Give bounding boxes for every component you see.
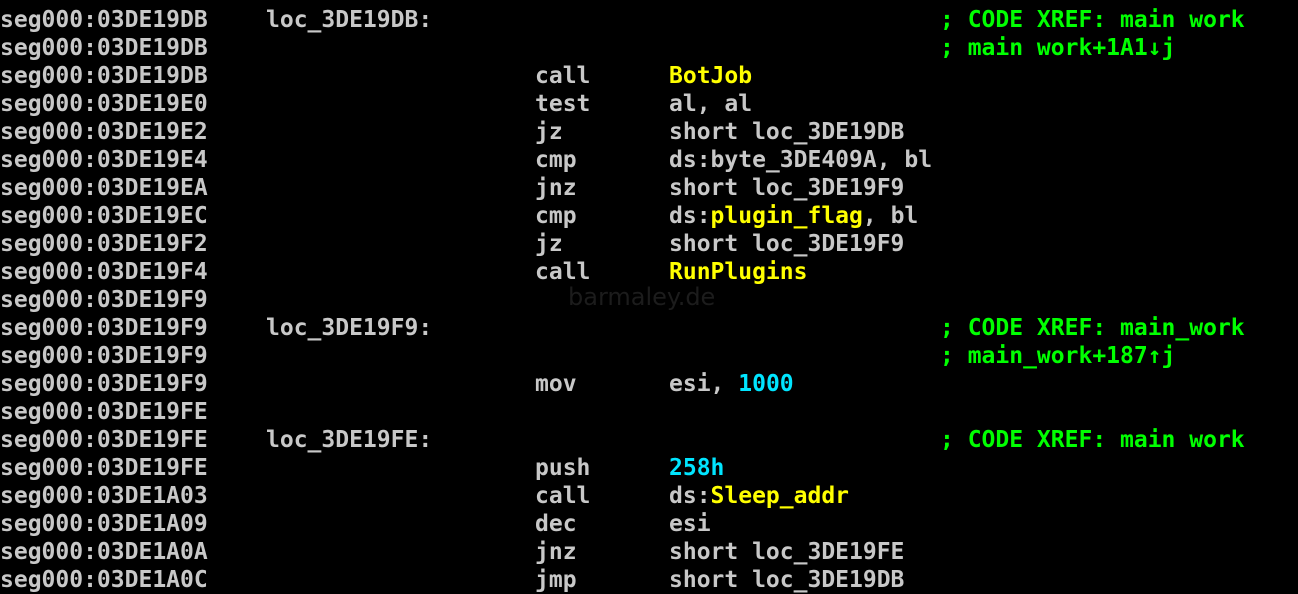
operand-text: short loc_3DE19F9 bbox=[669, 231, 905, 257]
listing-line[interactable]: seg000:03DE19FE push 258h bbox=[0, 454, 1298, 482]
listing-line[interactable]: seg000:03DE1A09 dec esi bbox=[0, 510, 1298, 538]
listing-line[interactable]: seg000:03DE19F4 call RunPlugins bbox=[0, 258, 1298, 286]
instruction-mnemonic[interactable]: jmp bbox=[535, 566, 577, 594]
listing-line[interactable]: seg000:03DE19FE bbox=[0, 398, 1298, 426]
listing-line[interactable]: seg000:03DE19DB call BotJob bbox=[0, 62, 1298, 90]
operand-text: short loc_3DE19DB bbox=[669, 119, 905, 145]
listing-line[interactable]: seg000:03DE19EA jnz short loc_3DE19F9 bbox=[0, 174, 1298, 202]
immediate-value: 258h bbox=[669, 455, 725, 481]
instruction-mnemonic[interactable]: jnz bbox=[535, 538, 577, 566]
operands[interactable]: ds:plugin_flag, bl bbox=[669, 202, 918, 230]
xref-comment: ; CODE XREF: main work bbox=[940, 427, 1245, 453]
instruction-mnemonic[interactable]: cmp bbox=[535, 146, 577, 174]
instruction-mnemonic[interactable]: mov bbox=[535, 370, 577, 398]
watermark: barmaley.de bbox=[568, 283, 716, 311]
operand-text: , bl bbox=[862, 203, 919, 229]
address[interactable]: seg000:03DE19F9 bbox=[0, 286, 208, 314]
instruction-mnemonic[interactable]: call bbox=[535, 62, 590, 90]
operand-text: esi bbox=[669, 511, 711, 537]
listing-line[interactable]: seg000:03DE19F9 mov esi, 1000 bbox=[0, 370, 1298, 398]
listing-line[interactable]: seg000:03DE19EC cmp ds:plugin_flag, bl bbox=[0, 202, 1298, 230]
code-label[interactable]: loc_3DE19FE: bbox=[266, 426, 432, 454]
instruction-mnemonic[interactable]: push bbox=[535, 454, 590, 482]
address[interactable]: seg000:03DE19FE bbox=[0, 454, 208, 482]
xref-comment: ; main work+1A1↓j bbox=[940, 35, 1176, 61]
address[interactable]: seg000:03DE19F9 bbox=[0, 370, 208, 398]
operands[interactable]: esi bbox=[669, 510, 711, 538]
listing-line[interactable]: seg000:03DE19F2 jz short loc_3DE19F9 bbox=[0, 230, 1298, 258]
address[interactable]: seg000:03DE19DB bbox=[0, 6, 208, 34]
operands[interactable]: ds:byte_3DE409A, bl bbox=[669, 146, 932, 174]
listing-line[interactable]: seg000:03DE19E2 jz short loc_3DE19DB bbox=[0, 118, 1298, 146]
listing-line[interactable]: seg000:03DE19F9 loc_3DE19F9: ; CODE XREF: … bbox=[0, 314, 1298, 342]
address[interactable]: seg000:03DE1A03 bbox=[0, 482, 208, 510]
operands[interactable]: 258h bbox=[669, 454, 724, 482]
listing-line[interactable]: seg000:03DE1A03 call ds:Sleep_addr bbox=[0, 482, 1298, 510]
operands[interactable]: short loc_3DE19DB bbox=[669, 118, 904, 146]
instruction-mnemonic[interactable]: call bbox=[535, 482, 590, 510]
listing-line[interactable]: seg000:03DE19E0 test al, al bbox=[0, 90, 1298, 118]
symbol-name[interactable]: plugin_flag bbox=[711, 203, 863, 229]
operands[interactable]: esi, 1000 bbox=[669, 370, 794, 398]
operand-text: ds: bbox=[669, 203, 711, 229]
address[interactable]: seg000:03DE19EA bbox=[0, 174, 208, 202]
operand-text: al, al bbox=[669, 91, 753, 117]
operand-text: ds:byte_3DE409A, bl bbox=[669, 147, 933, 173]
operand-text: short loc_3DE19DB bbox=[669, 567, 905, 593]
listing-line[interactable]: seg000:03DE19E4 cmp ds:byte_3DE409A, bl bbox=[0, 146, 1298, 174]
listing-line[interactable]: seg000:03DE1A0C jmp short loc_3DE19DB bbox=[0, 566, 1298, 594]
address[interactable]: seg000:03DE19FE bbox=[0, 398, 208, 426]
xref-comment: ; CODE XREF: main work bbox=[940, 7, 1245, 33]
operand-text: ds: bbox=[669, 483, 711, 509]
symbol-name[interactable]: BotJob bbox=[669, 63, 752, 89]
operands[interactable]: al, al bbox=[669, 90, 752, 118]
address[interactable]: seg000:03DE19FE bbox=[0, 426, 208, 454]
operand-text: short loc_3DE19F9 bbox=[669, 175, 905, 201]
listing-line[interactable]: seg000:03DE19DB loc_3DE19DB: ; CODE XREF: … bbox=[0, 6, 1298, 34]
immediate-value: 1000 bbox=[738, 371, 794, 397]
operands[interactable]: ds:Sleep_addr bbox=[669, 482, 849, 510]
operands[interactable]: short loc_3DE19F9 bbox=[669, 230, 904, 258]
instruction-mnemonic[interactable]: jnz bbox=[535, 174, 577, 202]
xref-comment: ; main_work+187↑j bbox=[940, 343, 1176, 369]
operands[interactable]: short loc_3DE19DB bbox=[669, 566, 904, 594]
listing-line[interactable]: seg000:03DE19FE loc_3DE19FE: ; CODE XREF: … bbox=[0, 426, 1298, 454]
listing-line[interactable]: seg000:03DE19DB ; main work+1A1↓j bbox=[0, 34, 1298, 62]
address[interactable]: seg000:03DE1A09 bbox=[0, 510, 208, 538]
operands[interactable]: BotJob bbox=[669, 62, 752, 90]
address[interactable]: seg000:03DE19F2 bbox=[0, 230, 208, 258]
instruction-mnemonic[interactable]: jz bbox=[535, 118, 563, 146]
instruction-mnemonic[interactable]: test bbox=[535, 90, 590, 118]
instruction-mnemonic[interactable]: dec bbox=[535, 510, 577, 538]
symbol-name[interactable]: Sleep_addr bbox=[711, 483, 849, 509]
operand-text: short loc_3DE19FE bbox=[669, 539, 905, 565]
address[interactable]: seg000:03DE1A0C bbox=[0, 566, 208, 594]
instruction-mnemonic[interactable]: jz bbox=[535, 230, 563, 258]
address[interactable]: seg000:03DE19E2 bbox=[0, 118, 208, 146]
instruction-mnemonic[interactable]: call bbox=[535, 258, 590, 286]
address[interactable]: seg000:03DE19DB bbox=[0, 34, 208, 62]
address[interactable]: seg000:03DE19E4 bbox=[0, 146, 208, 174]
address[interactable]: seg000:03DE19DB bbox=[0, 62, 208, 90]
address[interactable]: seg000:03DE19F9 bbox=[0, 314, 208, 342]
address[interactable]: seg000:03DE19F9 bbox=[0, 342, 208, 370]
address[interactable]: seg000:03DE19EC bbox=[0, 202, 208, 230]
address[interactable]: seg000:03DE19E0 bbox=[0, 90, 208, 118]
address[interactable]: seg000:03DE19F4 bbox=[0, 258, 208, 286]
address[interactable]: seg000:03DE1A0A bbox=[0, 538, 208, 566]
operands[interactable]: RunPlugins bbox=[669, 258, 807, 286]
operands[interactable]: short loc_3DE19FE bbox=[669, 538, 904, 566]
listing-line[interactable]: seg000:03DE19F9 ; main_work+187↑j bbox=[0, 342, 1298, 370]
symbol-name[interactable]: RunPlugins bbox=[669, 259, 807, 285]
operands[interactable]: short loc_3DE19F9 bbox=[669, 174, 904, 202]
code-label[interactable]: loc_3DE19DB: bbox=[266, 6, 432, 34]
xref-comment: ; CODE XREF: main_work bbox=[940, 315, 1245, 341]
instruction-mnemonic[interactable]: cmp bbox=[535, 202, 577, 230]
code-label[interactable]: loc_3DE19F9: bbox=[266, 314, 432, 342]
operand-text: esi, bbox=[669, 371, 739, 397]
listing-line[interactable]: seg000:03DE1A0A jnz short loc_3DE19FE bbox=[0, 538, 1298, 566]
